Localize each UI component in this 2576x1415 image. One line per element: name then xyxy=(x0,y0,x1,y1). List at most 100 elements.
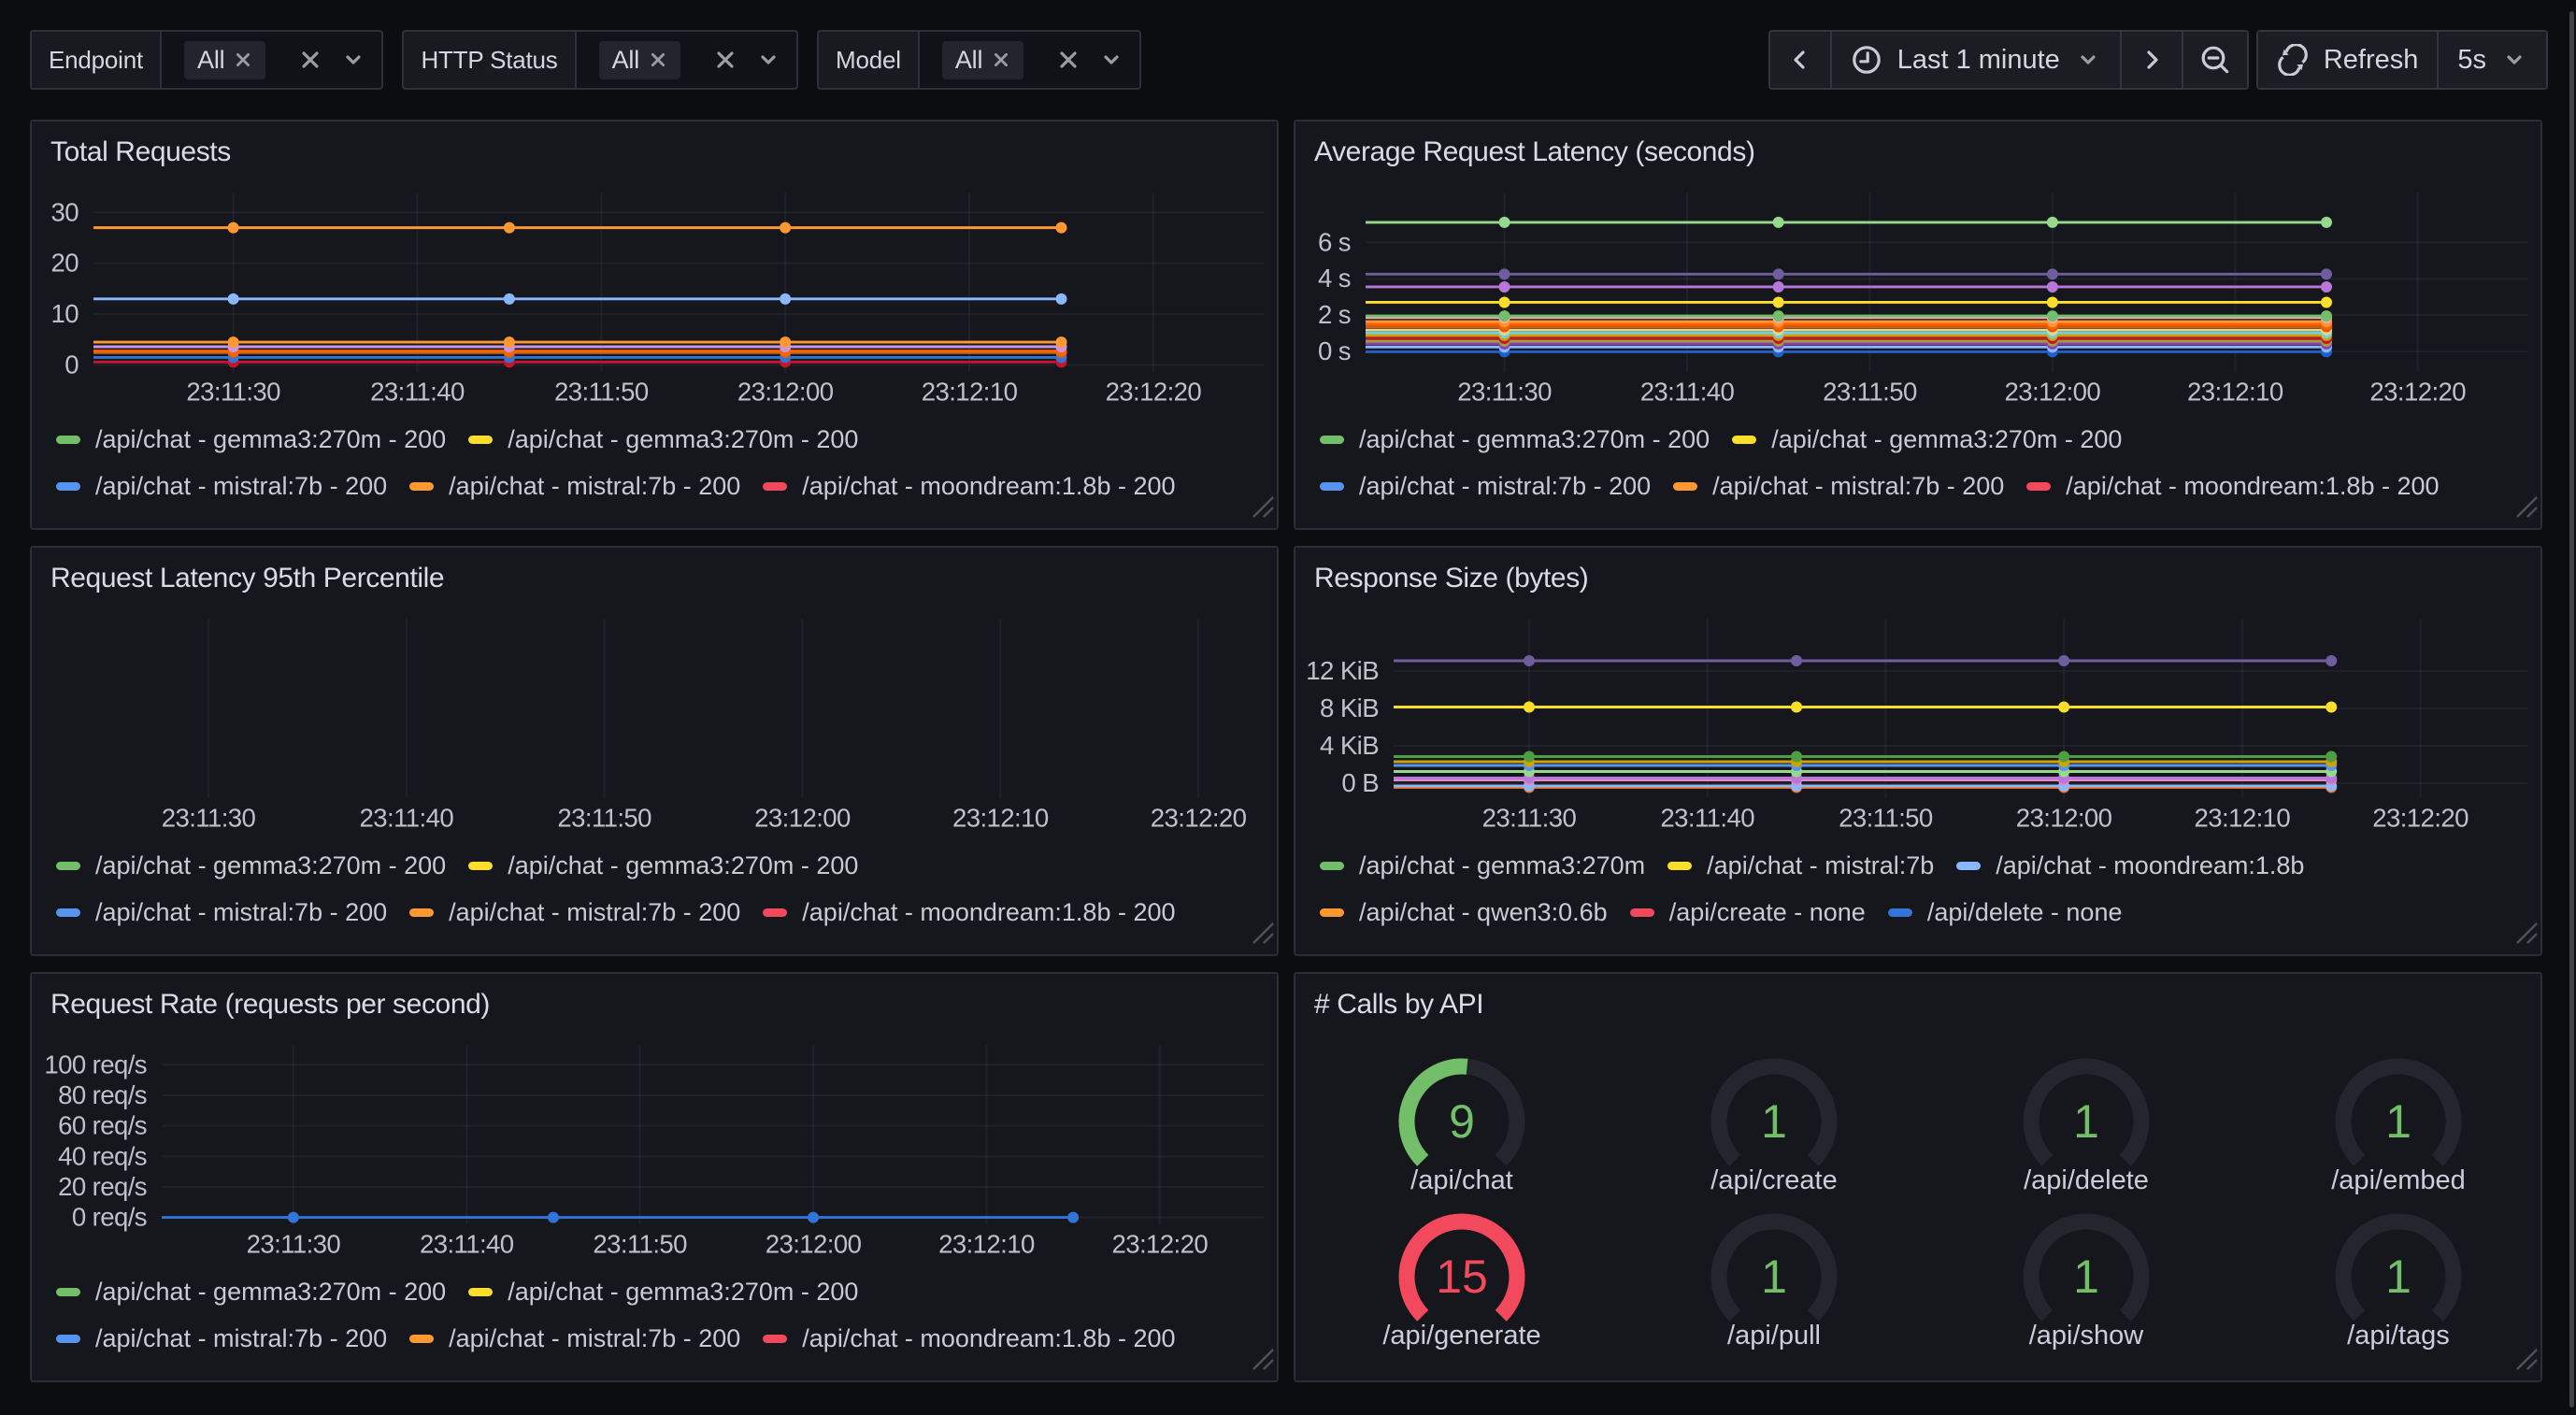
filter-endpoint-value[interactable]: All xyxy=(160,30,383,90)
response-size-chart[interactable]: 23:11:3023:11:4023:11:5023:12:0023:12:10… xyxy=(1295,548,2540,954)
legend-item[interactable]: /api/chat - gemma3:270m - 200 xyxy=(56,425,446,454)
gauge-api-create[interactable]: 1/api/create xyxy=(1618,1039,1930,1204)
series-point[interactable] xyxy=(228,222,239,234)
series-point[interactable] xyxy=(1055,293,1066,305)
series-point[interactable] xyxy=(780,222,791,234)
resize-handle-icon[interactable] xyxy=(1251,492,1275,526)
refresh-button[interactable]: Refresh xyxy=(2258,32,2438,88)
series-point[interactable] xyxy=(2047,268,2058,279)
filter-model-label[interactable]: Model xyxy=(817,30,918,90)
legend-item[interactable]: /api/chat - moondream:1.8b - 200 xyxy=(763,1324,1175,1353)
legend-item[interactable]: /api/chat - gemma3:270m xyxy=(1320,851,1645,880)
filter-model-chip[interactable]: All xyxy=(942,41,1023,79)
legend-item[interactable]: /api/chat - mistral:7b - 200 xyxy=(56,1324,387,1353)
legend-item[interactable]: /api/chat - qwen3:0.6b xyxy=(1320,898,1608,927)
series-point[interactable] xyxy=(2321,310,2332,322)
time-back-button[interactable] xyxy=(1770,32,1830,88)
gauge-api-show[interactable]: 1/api/show xyxy=(1930,1194,2242,1359)
request-rate-chart[interactable]: 23:11:3023:11:4023:11:5023:12:0023:12:10… xyxy=(32,974,1277,1380)
chevron-down-icon[interactable] xyxy=(1098,47,1124,73)
series-point[interactable] xyxy=(1773,296,1784,307)
series-point[interactable] xyxy=(1055,222,1066,234)
series-point[interactable] xyxy=(1773,281,1784,293)
series-point[interactable] xyxy=(1055,336,1066,348)
close-icon[interactable] xyxy=(234,50,252,69)
series-point[interactable] xyxy=(2058,655,2069,666)
series-point[interactable] xyxy=(2321,296,2332,307)
legend-item[interactable]: /api/chat - moondream:1.8b - 200 xyxy=(763,898,1175,927)
total-requests-chart[interactable]: 23:11:3023:11:4023:11:5023:12:0023:12:10… xyxy=(32,121,1277,528)
series-point[interactable] xyxy=(1499,217,1510,228)
filter-http-status-chip[interactable]: All xyxy=(599,41,680,79)
gauge-api-embed[interactable]: 1/api/embed xyxy=(2242,1039,2555,1204)
series-point[interactable] xyxy=(1499,310,1510,322)
series-point[interactable] xyxy=(1791,751,1802,763)
close-icon[interactable] xyxy=(1055,47,1081,73)
series-point[interactable] xyxy=(2047,217,2058,228)
close-icon[interactable] xyxy=(992,50,1010,69)
request-latency-95th-chart[interactable]: 23:11:3023:11:4023:11:5023:12:0023:12:10… xyxy=(32,548,1277,954)
legend-item[interactable]: /api/chat - moondream:1.8b - 200 xyxy=(2026,472,2439,501)
gauge-api-generate[interactable]: 15/api/generate xyxy=(1306,1194,1618,1359)
legend-item[interactable]: /api/chat - mistral:7b - 200 xyxy=(409,472,740,501)
filter-http-status-value[interactable]: All xyxy=(575,30,798,90)
legend-item[interactable]: /api/chat - mistral:7b - 200 xyxy=(1673,472,2004,501)
series-point[interactable] xyxy=(1791,655,1802,666)
resize-handle-icon[interactable] xyxy=(2514,492,2539,526)
legend-item[interactable]: /api/create - none xyxy=(1630,898,1866,927)
gauge-api-delete[interactable]: 1/api/delete xyxy=(1930,1039,2242,1204)
page-scrollbar[interactable] xyxy=(2569,11,2574,1408)
gauge-api-chat[interactable]: 9/api/chat xyxy=(1306,1039,1618,1204)
series-point[interactable] xyxy=(288,1212,299,1223)
filter-endpoint-label[interactable]: Endpoint xyxy=(30,30,160,90)
time-picker-button[interactable]: Last 1 minute xyxy=(1830,32,2120,88)
resize-handle-icon[interactable] xyxy=(2514,1344,2539,1379)
filter-http-status-label[interactable]: HTTP Status xyxy=(402,30,574,90)
gauge-api-tags[interactable]: 1/api/tags xyxy=(2242,1194,2555,1359)
legend-item[interactable]: /api/chat - gemma3:270m - 200 xyxy=(1320,425,1710,454)
close-icon[interactable] xyxy=(649,50,667,69)
zoom-out-button[interactable] xyxy=(2182,32,2247,88)
series-point[interactable] xyxy=(2321,217,2332,228)
chevron-down-icon[interactable] xyxy=(755,47,781,73)
series-point[interactable] xyxy=(1524,702,1535,713)
filter-endpoint-chip[interactable]: All xyxy=(184,41,265,79)
series-point[interactable] xyxy=(2326,655,2337,666)
filter-model-value[interactable]: All xyxy=(918,30,1141,90)
resize-handle-icon[interactable] xyxy=(1251,1344,1275,1379)
time-forward-button[interactable] xyxy=(2120,32,2182,88)
legend-item[interactable]: /api/chat - moondream:1.8b xyxy=(1956,851,2304,880)
series-point[interactable] xyxy=(2047,310,2058,322)
legend-item[interactable]: /api/chat - mistral:7b - 200 xyxy=(409,1324,740,1353)
series-point[interactable] xyxy=(504,336,515,348)
legend-item[interactable]: /api/chat - mistral:7b - 200 xyxy=(56,472,387,501)
series-point[interactable] xyxy=(1499,281,1510,293)
series-point[interactable] xyxy=(1499,296,1510,307)
legend-item[interactable]: /api/chat - mistral:7b - 200 xyxy=(56,898,387,927)
legend-item[interactable]: /api/chat - gemma3:270m - 200 xyxy=(468,851,858,880)
chevron-down-icon[interactable] xyxy=(340,47,366,73)
series-point[interactable] xyxy=(1524,751,1535,763)
series-point[interactable] xyxy=(2321,281,2332,293)
series-point[interactable] xyxy=(2047,281,2058,293)
series-point[interactable] xyxy=(808,1212,819,1223)
legend-item[interactable]: /api/chat - mistral:7b - 200 xyxy=(1320,472,1651,501)
close-icon[interactable] xyxy=(297,47,323,73)
series-point[interactable] xyxy=(504,222,515,234)
legend-item[interactable]: /api/chat - moondream:1.8b - 200 xyxy=(763,472,1175,501)
series-point[interactable] xyxy=(1773,310,1784,322)
series-point[interactable] xyxy=(548,1212,559,1223)
calls-by-api-gauges[interactable]: 9/api/chat1/api/create1/api/delete1/api/… xyxy=(1295,974,2540,1380)
legend-item[interactable]: /api/chat - mistral:7b xyxy=(1667,851,1934,880)
resize-handle-icon[interactable] xyxy=(1251,918,1275,952)
series-point[interactable] xyxy=(1773,217,1784,228)
gauge-api-pull[interactable]: 1/api/pull xyxy=(1618,1194,1930,1359)
refresh-interval-button[interactable]: 5s xyxy=(2437,32,2546,88)
legend-item[interactable]: /api/chat - gemma3:270m - 200 xyxy=(56,1278,446,1307)
series-point[interactable] xyxy=(780,336,791,348)
series-point[interactable] xyxy=(504,293,515,305)
series-point[interactable] xyxy=(1791,702,1802,713)
average-request-latency-chart[interactable]: 23:11:3023:11:4023:11:5023:12:0023:12:10… xyxy=(1295,121,2540,528)
series-point[interactable] xyxy=(2326,702,2337,713)
series-point[interactable] xyxy=(2058,702,2069,713)
